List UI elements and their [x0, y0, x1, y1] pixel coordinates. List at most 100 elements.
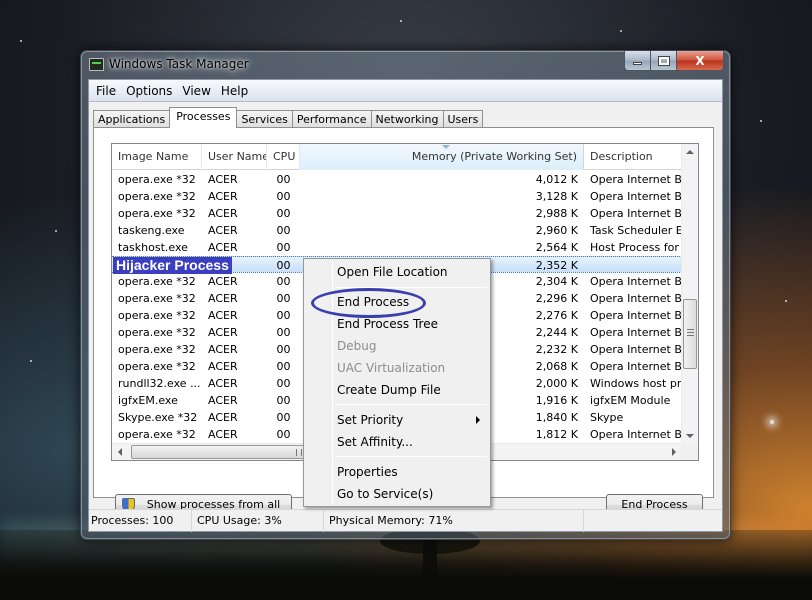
- column-memory[interactable]: Memory (Private Working Set): [300, 144, 584, 170]
- user-name-cell: ACER: [208, 377, 238, 390]
- image-name-cell: opera.exe *32: [118, 207, 196, 220]
- menu-options[interactable]: Options: [121, 81, 177, 101]
- column-image-name[interactable]: Image Name: [112, 144, 202, 170]
- menu-create-dump-file[interactable]: Create Dump File: [337, 380, 441, 400]
- table-row[interactable]: opera.exe *32 ACER 00 2,988 K Opera Internet…: [112, 205, 682, 222]
- tab-users[interactable]: Users: [442, 110, 484, 128]
- scroll-left-icon[interactable]: [118, 448, 122, 456]
- tab-networking[interactable]: Networking: [370, 110, 444, 128]
- tab-services[interactable]: Services: [236, 110, 293, 128]
- description-cell: Skype: [590, 411, 624, 424]
- window-title: Windows Task Manager: [109, 57, 249, 71]
- vertical-scrollbar[interactable]: [681, 144, 698, 444]
- image-name-cell: taskeng.exe: [118, 224, 185, 237]
- table-row[interactable]: taskeng.exe ACER 00 2,960 K Task Scheduler E…: [112, 222, 682, 239]
- menu-file[interactable]: File: [91, 81, 121, 101]
- image-name-cell: opera.exe *32: [118, 173, 196, 186]
- description-cell: Windows host proce: [590, 377, 682, 390]
- image-name-cell: igfxEM.exe: [118, 394, 178, 407]
- image-name-cell: opera.exe *32: [118, 326, 196, 339]
- description-cell: Task Scheduler Engi: [590, 224, 682, 237]
- description-cell: Opera Internet Brow: [590, 207, 682, 220]
- image-name-cell: rundll32.exe ...: [118, 377, 201, 390]
- description-cell: Opera Internet Brow: [590, 309, 682, 322]
- description-cell: [584, 257, 682, 272]
- cpu-cell: 00: [276, 173, 291, 186]
- memory-cell: 3,128 K: [535, 190, 578, 203]
- maximize-button[interactable]: [651, 51, 677, 71]
- user-name-cell: ACER: [208, 292, 238, 305]
- star: [400, 20, 402, 22]
- star: [55, 230, 57, 232]
- star: [620, 30, 622, 32]
- tab-processes[interactable]: Processes: [169, 107, 238, 128]
- user-name-cell: ACER: [208, 411, 238, 424]
- table-row[interactable]: opera.exe *32 ACER 00 3,128 K Opera Internet…: [112, 188, 682, 205]
- column-user-name[interactable]: User Name: [202, 144, 267, 170]
- menu-set-affinity[interactable]: Set Affinity...: [337, 432, 413, 452]
- close-button[interactable]: X: [677, 51, 724, 71]
- resize-grip[interactable]: [584, 510, 722, 532]
- close-icon: X: [695, 53, 705, 68]
- menu-view[interactable]: View: [177, 81, 215, 101]
- cpu-cell: 00: [276, 326, 291, 339]
- description-cell: Opera Internet Brow: [590, 428, 682, 441]
- cpu-cell: 00: [276, 275, 291, 288]
- scrollbar-corner: [681, 443, 698, 460]
- description-cell: igfxEM Module: [590, 394, 671, 407]
- description-cell: Opera Internet Brow: [590, 326, 682, 339]
- task-manager-icon: [89, 58, 104, 71]
- menu-uac-virtualization: UAC Virtualization: [337, 361, 446, 375]
- menu-set-priority[interactable]: Set Priority: [337, 410, 403, 430]
- description-cell: Opera Internet Brow: [590, 190, 682, 203]
- title-bar[interactable]: Windows Task Manager X: [81, 51, 730, 79]
- menu-help[interactable]: Help: [216, 81, 253, 101]
- table-row[interactable]: taskhost.exe ACER 00 2,564 K Host Process fo…: [112, 239, 682, 256]
- description-cell: Opera Internet Brow: [590, 173, 682, 186]
- vertical-scroll-thumb[interactable]: [683, 299, 697, 369]
- cpu-cell: 00: [276, 241, 291, 254]
- memory-cell: 2,564 K: [535, 241, 578, 254]
- tab-strip: Applications Processes Services Performa…: [93, 107, 484, 128]
- cpu-cell: 00: [276, 292, 291, 305]
- grass-field: [0, 530, 812, 600]
- menu-open-file-location[interactable]: Open File Location: [337, 262, 448, 282]
- cpu-cell: 00: [276, 190, 291, 203]
- description-cell: Opera Internet Brow: [590, 360, 682, 373]
- caption-buttons: X: [624, 51, 724, 71]
- menu-separator: [335, 404, 487, 405]
- star: [760, 120, 762, 122]
- image-name-cell: opera.exe *32: [118, 190, 196, 203]
- tab-applications[interactable]: Applications: [93, 110, 171, 128]
- column-memory-label: Memory (Private Working Set): [411, 150, 577, 163]
- menu-properties[interactable]: Properties: [337, 462, 398, 482]
- annotation-ellipse: [311, 288, 426, 318]
- user-name-cell: ACER: [208, 190, 238, 203]
- status-processes: Processes: 100: [89, 510, 192, 532]
- image-name-cell: Skype.exe *32: [118, 411, 198, 424]
- menu-go-to-services[interactable]: Go to Service(s): [337, 484, 433, 504]
- user-name-cell: ACER: [208, 207, 238, 220]
- table-row[interactable]: opera.exe *32 ACER 00 4,012 K Opera Internet…: [112, 171, 682, 188]
- horizontal-scroll-thumb[interactable]: [131, 445, 306, 459]
- tab-performance[interactable]: Performance: [291, 110, 372, 128]
- cpu-cell: 00: [276, 207, 291, 220]
- hijacker-process-label: Hijacker Process: [113, 257, 232, 274]
- cpu-cell: 00: [276, 259, 291, 272]
- column-cpu[interactable]: CPU: [267, 144, 300, 170]
- column-description[interactable]: Description: [584, 144, 682, 170]
- cpu-cell: 00: [276, 394, 291, 407]
- grip-icon: [296, 449, 302, 456]
- star: [785, 300, 787, 302]
- status-cpu-usage: CPU Usage: 3%: [192, 510, 324, 532]
- image-name-cell: taskhost.exe: [118, 241, 188, 254]
- scroll-down-icon[interactable]: [686, 434, 694, 438]
- scroll-right-icon[interactable]: [672, 448, 676, 456]
- minimize-button[interactable]: [624, 51, 651, 71]
- cpu-cell: 00: [276, 360, 291, 373]
- scroll-up-icon[interactable]: [686, 150, 694, 154]
- list-header: Image Name User Name CPU Memory (Private…: [112, 144, 682, 170]
- description-cell: Opera Internet Brow: [590, 292, 682, 305]
- image-name-cell: opera.exe *32: [118, 343, 196, 356]
- description-cell: Opera Internet Brow: [590, 343, 682, 356]
